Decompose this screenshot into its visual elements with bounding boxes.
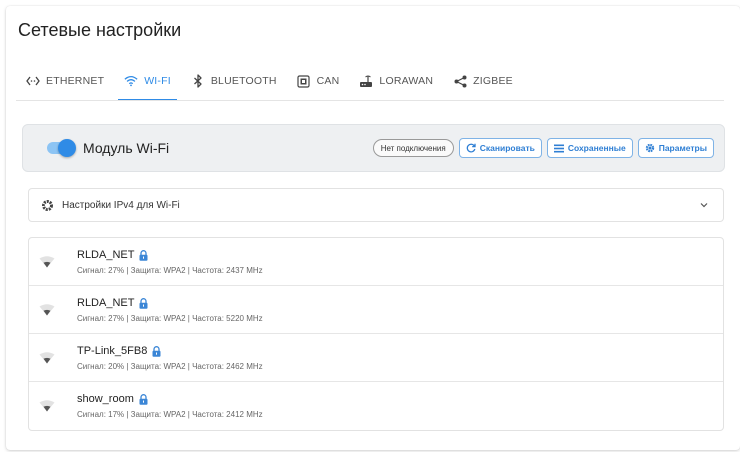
wifi-signal-icon	[39, 256, 55, 268]
tab-label: ETHERNET	[46, 75, 105, 87]
network-details: Сигнал: 27% | Защита: WPA2 | Частота: 52…	[77, 314, 263, 323]
tabs-divider	[16, 100, 724, 101]
network-ssid: show_room	[77, 393, 148, 405]
wifi-module-bar: Модуль Wi-Fi Нет подключения Сканировать…	[22, 124, 725, 172]
network-details: Сигнал: 20% | Защита: WPA2 | Частота: 24…	[77, 362, 263, 371]
network-ssid: RLDA_NET	[77, 297, 148, 309]
refresh-icon	[466, 143, 476, 153]
wifi-signal-icon	[39, 304, 55, 316]
network-details: Сигнал: 17% | Защита: WPA2 | Частота: 24…	[77, 410, 263, 419]
tab-wifi[interactable]: WI-FI	[114, 62, 181, 101]
ssid-text: RLDA_NET	[77, 249, 135, 261]
tab-label: WI-FI	[144, 75, 171, 87]
ssid-text: RLDA_NET	[77, 297, 135, 309]
tab-label: LORAWAN	[379, 75, 434, 87]
tab-label: ZIGBEE	[473, 75, 513, 87]
saved-networks-label: Сохраненные	[567, 143, 626, 153]
module-actions: Нет подключения Сканировать Сохраненные …	[372, 125, 714, 171]
connection-status-badge: Нет подключения	[372, 139, 454, 157]
wifi-icon	[124, 74, 138, 88]
protocol-tabs: ETHERNET WI-FI BLUETOOTH CAN LORAWAN ZIG…	[16, 62, 523, 101]
parameters-label: Параметры	[658, 143, 707, 153]
lock-icon	[152, 345, 161, 357]
scan-button[interactable]: Сканировать	[458, 138, 542, 158]
wifi-module-toggle[interactable]	[47, 139, 76, 157]
network-ssid: RLDA_NET	[77, 249, 148, 261]
gear-icon	[41, 199, 54, 212]
lock-icon	[139, 249, 148, 261]
network-ssid: TP-Link_5FB8	[77, 345, 161, 357]
tab-label: BLUETOOTH	[210, 75, 277, 87]
wifi-signal-icon	[39, 400, 55, 412]
lock-icon	[139, 393, 148, 405]
ipv4-settings-panel[interactable]: Настройки IPv4 для Wi-Fi	[28, 188, 724, 222]
network-details: Сигнал: 27% | Защита: WPA2 | Частота: 24…	[77, 266, 263, 275]
list-item[interactable]: RLDA_NET Сигнал: 27% | Защита: WPA2 | Ча…	[29, 238, 723, 286]
tab-bluetooth[interactable]: BLUETOOTH	[181, 62, 287, 100]
tab-ethernet[interactable]: ETHERNET	[16, 62, 114, 100]
scan-button-label: Сканировать	[479, 143, 535, 153]
ssid-text: TP-Link_5FB8	[77, 345, 148, 357]
bluetooth-icon	[191, 74, 205, 88]
chevron-down-icon	[699, 200, 709, 210]
lock-icon	[139, 297, 148, 309]
ssid-text: show_room	[77, 393, 134, 405]
ethernet-icon	[26, 74, 40, 88]
tab-label: CAN	[316, 75, 340, 87]
can-icon	[297, 74, 311, 88]
list-icon	[553, 144, 564, 153]
ipv4-settings-title: Настройки IPv4 для Wi-Fi	[62, 199, 180, 211]
tab-zigbee[interactable]: ZIGBEE	[443, 62, 523, 100]
toggle-knob	[58, 139, 76, 157]
page-title: Сетевые настройки	[18, 20, 182, 40]
wifi-module-label: Модуль Wi-Fi	[83, 140, 170, 156]
parameters-button[interactable]: Параметры	[637, 138, 714, 158]
list-item[interactable]: show_room Сигнал: 17% | Защита: WPA2 | Ч…	[29, 382, 723, 430]
tab-can[interactable]: CAN	[287, 62, 350, 100]
tab-lorawan[interactable]: LORAWAN	[349, 62, 443, 100]
gear-icon	[645, 143, 655, 153]
wifi-network-list: RLDA_NET Сигнал: 27% | Защита: WPA2 | Ча…	[28, 237, 724, 431]
wifi-signal-icon	[39, 352, 55, 364]
saved-networks-button[interactable]: Сохраненные	[546, 138, 633, 158]
router-icon	[359, 74, 373, 88]
share-icon	[453, 74, 467, 88]
list-item[interactable]: TP-Link_5FB8 Сигнал: 20% | Защита: WPA2 …	[29, 334, 723, 382]
list-item[interactable]: RLDA_NET Сигнал: 27% | Защита: WPA2 | Ча…	[29, 286, 723, 334]
